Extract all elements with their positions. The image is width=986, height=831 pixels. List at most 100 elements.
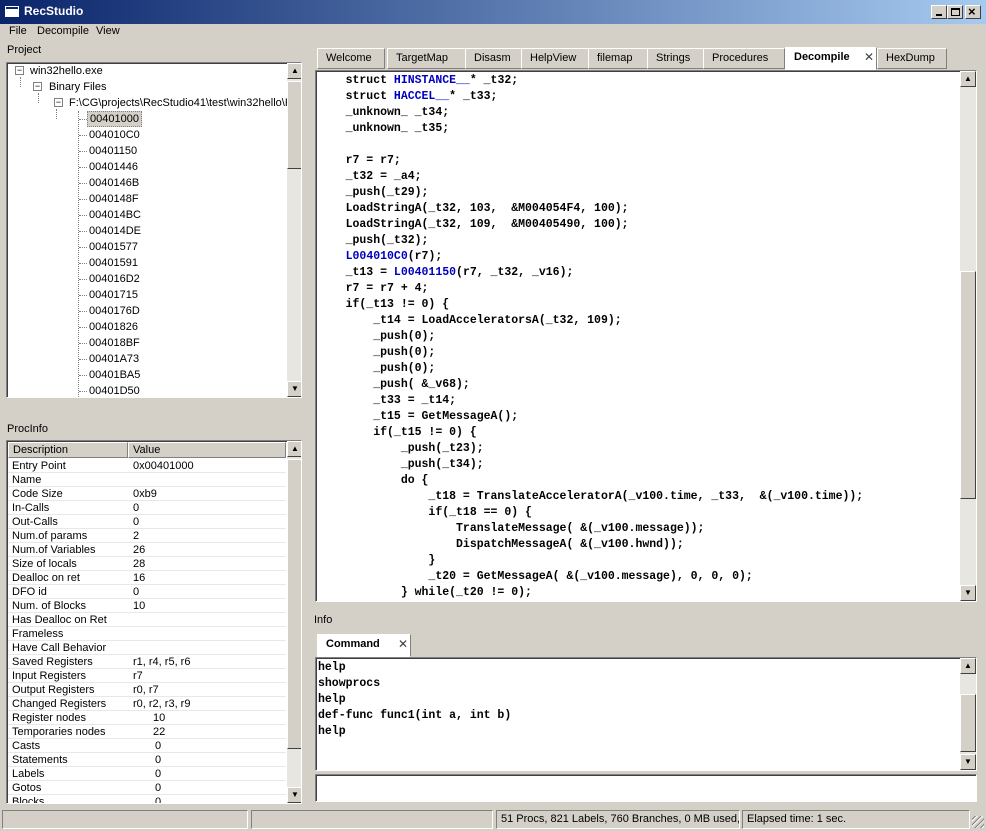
menu-file[interactable]: File — [9, 25, 27, 37]
resize-grip-icon[interactable] — [972, 816, 984, 828]
tree-expander-icon[interactable]: − — [15, 66, 24, 75]
tree-item-proc[interactable]: 004016D2 — [87, 271, 142, 287]
project-tree[interactable]: − win32hello.exe − Binary Files − F:\CG\… — [6, 62, 302, 398]
table-row[interactable]: Register nodes 10 — [8, 711, 286, 725]
scroll-thumb[interactable] — [287, 81, 301, 169]
tree-item-proc[interactable]: 004018BF — [87, 335, 142, 351]
table-row[interactable]: Code Size 0xb9 — [8, 487, 286, 501]
table-row[interactable]: Dealloc on ret 16 — [8, 571, 286, 585]
procinfo-vscrollbar[interactable]: ▲ ▼ — [287, 441, 301, 803]
table-row[interactable]: Gotos 0 — [8, 781, 286, 795]
tab-filemap[interactable]: filemap — [588, 48, 650, 69]
code-text: _t20 = GetMessageA( &(_v100.message), 0,… — [318, 570, 753, 583]
scroll-down-icon[interactable]: ▼ — [960, 585, 976, 601]
close-tab-icon[interactable]: ✕ — [864, 48, 874, 67]
tab-decompile[interactable]: Decompile ✕ — [785, 47, 877, 70]
code-vscrollbar[interactable]: ▲ ▼ — [960, 71, 976, 601]
command-output-line: help — [318, 661, 346, 674]
scroll-up-icon[interactable]: ▲ — [287, 63, 301, 79]
tree-item-proc[interactable]: 00401446 — [87, 159, 140, 175]
tree-item-binary-files[interactable]: Binary Files — [49, 79, 106, 95]
table-row[interactable]: Size of locals 28 — [8, 557, 286, 571]
tab-procedures[interactable]: Procedures — [703, 48, 785, 69]
table-row[interactable]: Out-Calls 0 — [8, 515, 286, 529]
tab-hexdump[interactable]: HexDump — [877, 48, 947, 69]
scroll-thumb[interactable] — [23, 397, 169, 398]
tree-expander-icon[interactable]: − — [54, 98, 63, 107]
tree-item-path[interactable]: F:\CG\projects\RecStudio41\test\win32hel… — [69, 95, 289, 111]
menu-view[interactable]: View — [96, 25, 120, 37]
tab-command[interactable]: Command ✕ — [317, 634, 411, 657]
menu-bar: File Decompile View — [0, 24, 986, 42]
decompile-view[interactable]: struct HINSTANCE__* _t32; struct HACCEL_… — [315, 70, 977, 602]
table-row[interactable]: Has Dealloc on Ret — [8, 613, 286, 627]
tree-vscrollbar[interactable]: ▲ ▼ — [287, 63, 301, 397]
tree-item-proc[interactable]: 004014BC — [87, 207, 143, 223]
scroll-down-icon[interactable]: ▼ — [287, 381, 301, 397]
row-value: 0x00401000 — [133, 460, 194, 472]
tree-hscrollbar[interactable]: ◀ ▶ — [7, 397, 287, 398]
tree-item-proc[interactable]: 0040176D — [87, 303, 142, 319]
status-bar: 51 Procs, 821 Labels, 760 Branches, 0 MB… — [0, 808, 986, 831]
row-value: r1, r4, r5, r6 — [133, 656, 191, 668]
maximize-button[interactable] — [947, 5, 963, 19]
scroll-left-icon[interactable]: ◀ — [7, 397, 23, 398]
tree-item-proc[interactable]: 00401D50 — [87, 383, 142, 397]
table-row[interactable]: Changed Registers r0, r2, r3, r9 — [8, 697, 286, 711]
command-output-line: def-func func1(int a, int b) — [318, 709, 512, 722]
table-row[interactable]: Blocks 0 — [8, 795, 286, 803]
table-row[interactable]: Frameless — [8, 627, 286, 641]
scroll-up-icon[interactable]: ▲ — [287, 441, 301, 457]
table-row[interactable]: Num. of Blocks 10 — [8, 599, 286, 613]
row-description: Output Registers — [12, 684, 95, 696]
tree-item-proc[interactable]: 00401000 — [87, 111, 142, 127]
scroll-down-icon[interactable]: ▼ — [287, 787, 301, 803]
table-row[interactable]: Saved Registers r1, r4, r5, r6 — [8, 655, 286, 669]
tree-item-proc[interactable]: 00401715 — [87, 287, 140, 303]
table-row[interactable]: Have Call Behavior — [8, 641, 286, 655]
tree-item-proc[interactable]: 00401A73 — [87, 351, 141, 367]
table-row[interactable]: Num.of params 2 — [8, 529, 286, 543]
close-button[interactable]: × — [965, 4, 981, 19]
table-row[interactable]: Entry Point 0x00401000 — [8, 459, 286, 473]
tree-expander-icon[interactable]: − — [33, 82, 42, 91]
table-row[interactable]: Output Registers r0, r7 — [8, 683, 286, 697]
column-header-description[interactable]: Description — [8, 442, 128, 458]
scroll-up-icon[interactable]: ▲ — [960, 71, 976, 87]
scroll-right-icon[interactable]: ▶ — [271, 397, 287, 398]
table-row[interactable]: Name — [8, 473, 286, 487]
close-tab-icon[interactable]: ✕ — [398, 635, 408, 654]
scroll-thumb[interactable] — [960, 271, 976, 499]
scroll-thumb[interactable] — [960, 694, 976, 752]
tree-item-proc[interactable]: 004010C0 — [87, 127, 142, 143]
tab-strings[interactable]: Strings — [647, 48, 707, 69]
tree-item-proc[interactable]: 0040146B — [87, 175, 141, 191]
table-row[interactable]: Input Registers r7 — [8, 669, 286, 683]
table-row[interactable]: Temporaries nodes 22 — [8, 725, 286, 739]
table-row[interactable]: In-Calls 0 — [8, 501, 286, 515]
minimize-button[interactable] — [931, 5, 947, 19]
table-row[interactable]: Num.of Variables 26 — [8, 543, 286, 557]
tree-item-proc[interactable]: 00401591 — [87, 255, 140, 271]
scroll-up-icon[interactable]: ▲ — [960, 658, 976, 674]
table-row[interactable]: Casts 0 — [8, 739, 286, 753]
tree-item-proc[interactable]: 00401150 — [87, 143, 139, 159]
menu-decompile[interactable]: Decompile — [37, 25, 89, 37]
tab-helpview[interactable]: HelpView — [521, 48, 591, 69]
tree-item-proc[interactable]: 00401BA5 — [87, 367, 142, 383]
command-vscrollbar[interactable]: ▲ ▼ — [960, 658, 976, 770]
tab-welcome[interactable]: Welcome — [317, 48, 385, 69]
command-input[interactable] — [315, 774, 977, 802]
tree-item-proc[interactable]: 00401826 — [87, 319, 140, 335]
row-description: Temporaries nodes — [12, 726, 106, 738]
column-header-value[interactable]: Value — [128, 442, 286, 458]
table-row[interactable]: DFO id 0 — [8, 585, 286, 599]
tree-item-proc[interactable]: 00401577 — [87, 239, 140, 255]
tree-item-exe[interactable]: win32hello.exe — [30, 63, 103, 79]
table-row[interactable]: Labels 0 — [8, 767, 286, 781]
scroll-thumb[interactable] — [287, 459, 301, 749]
tree-item-proc[interactable]: 0040148F — [87, 191, 141, 207]
scroll-down-icon[interactable]: ▼ — [960, 754, 976, 770]
tree-item-proc[interactable]: 004014DE — [87, 223, 143, 239]
table-row[interactable]: Statements 0 — [8, 753, 286, 767]
